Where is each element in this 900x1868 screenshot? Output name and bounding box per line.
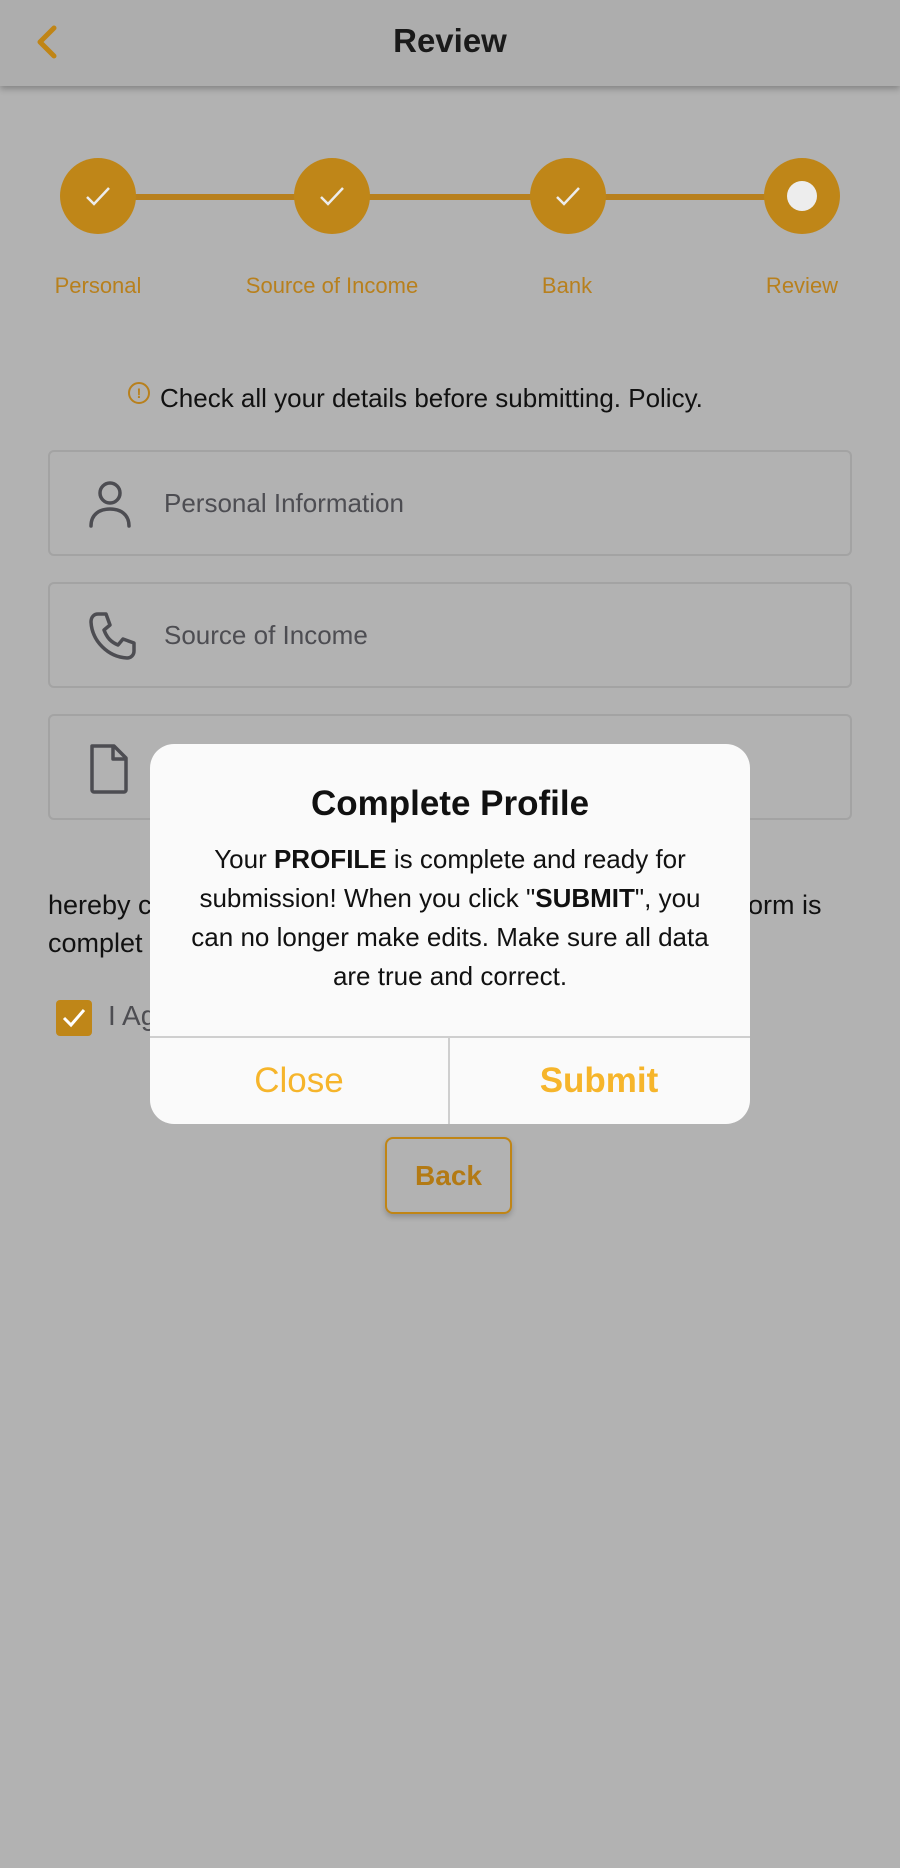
section-label: Source of Income (164, 620, 368, 650)
user-icon (86, 478, 134, 535)
step-personal[interactable] (60, 158, 136, 234)
section-personal-information[interactable]: Personal Information (48, 450, 852, 556)
check-icon (86, 187, 110, 206)
current-step-dot (787, 181, 817, 211)
info-icon: ! (128, 382, 150, 404)
complete-profile-dialog: Complete Profile Your PROFILE is complet… (150, 744, 750, 1124)
progress-stepper: Personal Source of Income Bank Review (0, 0, 900, 320)
submit-button[interactable]: Submit (450, 1038, 748, 1124)
check-icon (556, 187, 580, 206)
step-label: Bank (541, 273, 593, 298)
step-label: Source of Income (245, 273, 419, 298)
phone-icon (86, 610, 138, 667)
step-label: Personal (54, 273, 142, 298)
dialog-title: Complete Profile (310, 784, 590, 823)
document-icon (86, 742, 132, 801)
notice-text: Check all your details before submitting… (160, 382, 703, 413)
close-button[interactable]: Close (150, 1038, 448, 1124)
section-source-of-income[interactable]: Source of Income (48, 582, 852, 688)
agree-checkbox[interactable] (56, 1000, 92, 1036)
agreement-line1-right: orm is (748, 890, 822, 920)
dialog-message: Your PROFILE is complete and ready for s… (191, 844, 709, 991)
check-icon (320, 187, 344, 206)
step-source-of-income[interactable] (294, 158, 370, 234)
check-icon (62, 1009, 86, 1028)
step-label: Review (765, 273, 839, 298)
step-bank[interactable] (530, 158, 606, 234)
section-label: Personal Information (164, 488, 404, 518)
review-notice: ! Check all your details before submitti… (128, 380, 703, 416)
step-review[interactable] (764, 158, 840, 234)
back-button[interactable]: Back (385, 1137, 512, 1214)
